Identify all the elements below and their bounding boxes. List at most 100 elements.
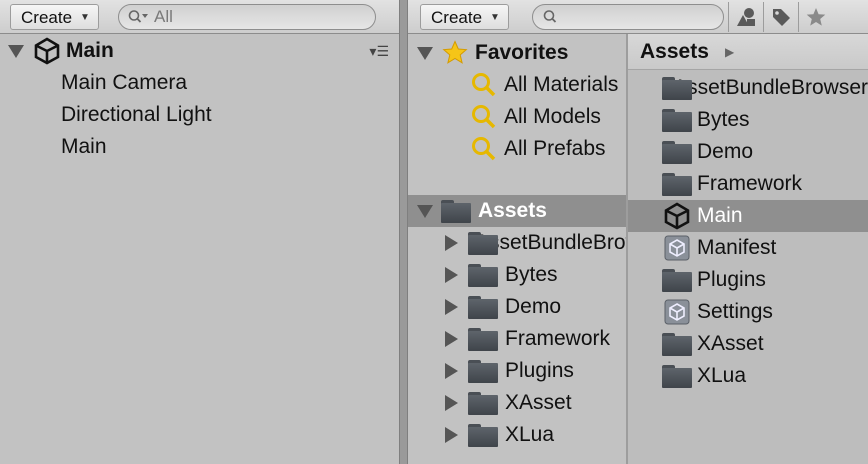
asset-folder-label: Plugins xyxy=(505,359,574,382)
panel-splitter[interactable] xyxy=(399,0,408,464)
folder-icon xyxy=(468,295,498,319)
collapse-triangle-icon[interactable] xyxy=(417,204,433,218)
asset-item[interactable]: Demo xyxy=(662,136,753,168)
hierarchy-item[interactable]: Directional Light xyxy=(61,99,212,131)
expand-triangle-icon[interactable] xyxy=(445,235,458,251)
folder-icon xyxy=(662,172,692,196)
project-search-field[interactable] xyxy=(532,4,724,30)
asset-folder-label: XAsset xyxy=(505,391,572,414)
star-icon xyxy=(806,8,826,26)
hierarchy-item-label: Main xyxy=(61,135,107,158)
expand-triangle-icon[interactable] xyxy=(445,363,458,379)
asset-folder-row[interactable]: XLua xyxy=(445,419,554,451)
unity-scene-icon xyxy=(664,202,690,230)
expand-triangle-icon[interactable] xyxy=(445,331,458,347)
asset-item[interactable]: Framework xyxy=(662,168,802,200)
scene-row[interactable]: Main ▾☰ xyxy=(0,35,399,67)
favorite-item[interactable]: All Models xyxy=(470,101,601,133)
saved-search-icon xyxy=(472,137,496,161)
folder-icon xyxy=(468,263,498,287)
asset-folder-row[interactable]: Plugins xyxy=(445,355,574,387)
hierarchy-toolbar: Create ▼ xyxy=(0,0,399,34)
collapse-triangle-icon[interactable] xyxy=(8,44,24,58)
favorites-row[interactable]: Favorites xyxy=(408,37,626,69)
favorites-star-icon xyxy=(442,40,468,64)
project-create-label: Create xyxy=(431,7,483,27)
asset-item-label: Plugins xyxy=(697,268,766,291)
search-by-label-button[interactable] xyxy=(763,2,798,32)
tag-icon xyxy=(773,9,790,26)
asset-folder-label: Demo xyxy=(505,295,562,318)
folder-icon xyxy=(468,359,498,383)
assets-root-label: Assets xyxy=(478,199,547,222)
asset-folder-label: Bytes xyxy=(505,263,558,286)
asset-folder-row[interactable]: Demo xyxy=(445,291,561,323)
asset-folder-row[interactable]: AssetBundleBrowser xyxy=(445,227,626,259)
asset-item[interactable]: AssetBundleBrowser xyxy=(662,72,868,104)
hierarchy-item-label: Directional Light xyxy=(61,103,212,126)
asset-item[interactable]: Bytes xyxy=(662,104,750,136)
search-icon xyxy=(543,10,557,23)
folder-icon xyxy=(468,391,498,415)
asset-folder-row[interactable]: Framework xyxy=(445,323,610,355)
favorite-item[interactable]: All Prefabs xyxy=(470,133,606,165)
scriptable-asset-icon xyxy=(664,299,690,325)
scene-menu-icon[interactable]: ▾☰ xyxy=(369,35,389,67)
asset-item[interactable]: Settings xyxy=(662,296,773,328)
asset-item-label: XAsset xyxy=(697,332,764,355)
assets-root-row[interactable]: Assets xyxy=(408,195,626,227)
asset-item-label: Demo xyxy=(697,140,754,163)
asset-item-selected[interactable]: Main xyxy=(628,200,868,232)
asset-item[interactable]: Manifest xyxy=(662,232,776,264)
folder-icon xyxy=(468,423,498,447)
asset-item-label: Manifest xyxy=(697,236,777,259)
breadcrumb-label[interactable]: Assets xyxy=(640,34,709,70)
save-search-button[interactable] xyxy=(798,2,833,32)
hierarchy-item-label: Main Camera xyxy=(61,71,188,94)
favorite-item-label: All Materials xyxy=(504,73,619,96)
asset-item[interactable]: Plugins xyxy=(662,264,766,296)
asset-item-label: Framework xyxy=(697,172,803,195)
saved-search-icon xyxy=(472,105,496,129)
project-create-button[interactable]: Create ▼ xyxy=(420,4,509,30)
project-panel: Create ▼ Favorites All Materials All Mod… xyxy=(408,0,868,464)
shapes-icon xyxy=(737,8,755,26)
expand-triangle-icon[interactable] xyxy=(445,427,458,443)
asset-item[interactable]: XLua xyxy=(662,360,746,392)
hierarchy-item[interactable]: Main Camera xyxy=(61,67,187,99)
hierarchy-panel: Create ▼ Main ▾☰ Main Camera Directional… xyxy=(0,0,399,464)
expand-triangle-icon[interactable] xyxy=(445,395,458,411)
breadcrumb: Assets ▶ xyxy=(628,34,868,70)
breadcrumb-arrow-icon: ▶ xyxy=(725,45,735,59)
folder-icon xyxy=(662,332,692,356)
asset-folder-row[interactable]: XAsset xyxy=(445,387,572,419)
folder-icon xyxy=(468,327,498,351)
favorites-label: Favorites xyxy=(475,41,569,64)
expand-triangle-icon[interactable] xyxy=(445,299,458,315)
project-search-input[interactable] xyxy=(562,7,712,27)
expand-triangle-icon[interactable] xyxy=(445,267,458,283)
folder-icon xyxy=(662,108,692,132)
asset-item-label: Main xyxy=(697,204,743,227)
hierarchy-create-button[interactable]: Create ▼ xyxy=(10,4,99,30)
hierarchy-item[interactable]: Main xyxy=(61,131,107,163)
asset-item-label: Settings xyxy=(697,300,773,323)
favorite-item[interactable]: All Materials xyxy=(470,69,618,101)
asset-item[interactable]: XAsset xyxy=(662,328,764,360)
dropdown-arrow-icon: ▼ xyxy=(80,11,90,23)
collapse-triangle-icon[interactable] xyxy=(417,46,433,60)
unity-scene-icon xyxy=(34,37,60,65)
saved-search-icon xyxy=(472,73,496,97)
folder-icon xyxy=(662,268,692,292)
folder-icon xyxy=(441,199,471,223)
hierarchy-create-label: Create xyxy=(21,7,73,27)
scene-name: Main xyxy=(66,39,114,62)
asset-item-label: XLua xyxy=(697,364,747,387)
hierarchy-search-field[interactable] xyxy=(118,4,376,30)
search-by-type-button[interactable] xyxy=(728,2,763,32)
asset-item-label: Bytes xyxy=(697,108,750,131)
hierarchy-search-input[interactable] xyxy=(154,7,354,27)
asset-list-pane: Assets ▶ AssetBundleBrowser Bytes Demo F… xyxy=(628,34,868,464)
asset-folder-row[interactable]: Bytes xyxy=(445,259,558,291)
folder-icon xyxy=(662,76,692,100)
